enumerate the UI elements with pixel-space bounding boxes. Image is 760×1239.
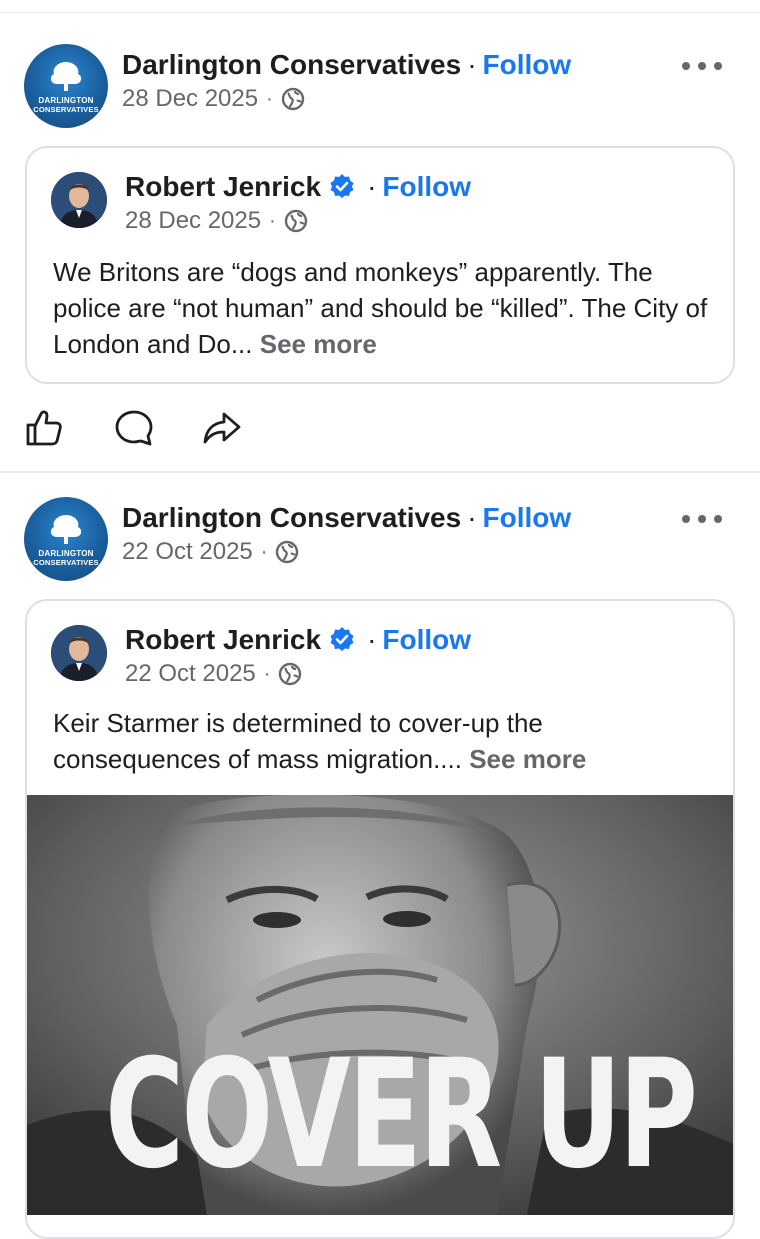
shared-post-text: Keir Starmer is determined to cover-up t… (53, 705, 711, 777)
see-more-link[interactable]: See more (260, 329, 377, 359)
oak-tree-logo-icon (50, 515, 82, 544)
page-name[interactable]: Darlington Conservatives (122, 49, 461, 80)
shared-post-date[interactable]: 28 Dec 2025 (125, 206, 261, 236)
shared-post-date[interactable]: 22 Oct 2025 (125, 659, 256, 689)
page-avatar[interactable]: DARLINGTON CONSERVATIVES (24, 44, 108, 128)
post-header: DARLINGTON CONSERVATIVES Darlington Cons… (24, 44, 736, 128)
more-options-icon[interactable] (682, 507, 722, 531)
page-name-line: Darlington Conservatives · Follow (122, 48, 571, 82)
top-divider (0, 12, 760, 13)
separator-dot: · (263, 663, 271, 685)
feed-post: DARLINGTON CONSERVATIVES Darlington Cons… (0, 44, 760, 464)
shared-header-text: Robert Jenrick · Follow 22 Oct 2025 · (125, 623, 471, 689)
image-overlay-text: COVER UP (105, 1028, 698, 1202)
thumbs-up-icon[interactable] (24, 408, 64, 448)
shared-post-text: We Britons are “dogs and monkeys” appare… (53, 254, 711, 362)
shared-header-text: Robert Jenrick · Follow 28 Dec 2025 · (125, 170, 471, 236)
author-name[interactable]: Robert Jenrick (125, 171, 321, 202)
author-avatar[interactable] (51, 625, 107, 681)
author-portrait-icon (51, 625, 107, 681)
more-options-icon[interactable] (682, 54, 722, 78)
post-meta: 28 Dec 2025 · (122, 84, 571, 114)
author-name[interactable]: Robert Jenrick (125, 624, 321, 655)
post-header: DARLINGTON CONSERVATIVES Darlington Cons… (24, 497, 736, 581)
globe-icon (281, 87, 304, 111)
globe-icon (284, 209, 307, 233)
post-image[interactable]: COVER UP (27, 795, 733, 1215)
post-meta: 22 Oct 2025 · (122, 537, 571, 567)
post-divider (0, 471, 760, 473)
follow-button[interactable]: Follow (382, 624, 471, 655)
separator-dot: · (269, 210, 276, 232)
shared-post-card[interactable]: Robert Jenrick · Follow 22 Oct 2025 · Kei… (25, 599, 735, 1239)
oak-tree-logo-icon (50, 62, 82, 91)
separator-dot: · (367, 171, 377, 202)
shared-meta: 28 Dec 2025 · (125, 206, 471, 236)
author-name-line: Robert Jenrick · Follow (125, 170, 471, 204)
author-name-line: Robert Jenrick · Follow (125, 623, 471, 657)
verified-badge-icon (330, 174, 354, 198)
page-avatar[interactable]: DARLINGTON CONSERVATIVES (24, 497, 108, 581)
page-name[interactable]: Darlington Conservatives (122, 502, 461, 533)
separator-dot: · (260, 541, 268, 563)
avatar-wordmark-line2: CONSERVATIVES (33, 558, 99, 567)
separator-dot: · (266, 88, 273, 110)
follow-button[interactable]: Follow (483, 49, 572, 80)
shared-meta: 22 Oct 2025 · (125, 659, 471, 689)
page-name-line: Darlington Conservatives · Follow (122, 501, 571, 535)
post-actions (24, 408, 264, 452)
separator-dot: · (467, 502, 477, 533)
follow-button[interactable]: Follow (382, 171, 471, 202)
post-date[interactable]: 22 Oct 2025 (122, 537, 253, 567)
see-more-link[interactable]: See more (469, 744, 586, 774)
avatar-wordmark-line1: DARLINGTON (38, 96, 94, 105)
post-header-text: Darlington Conservatives · Follow 22 Oct 2… (122, 501, 571, 567)
avatar-wordmark-line1: DARLINGTON (38, 549, 94, 558)
separator-dot: · (367, 624, 377, 655)
post-header-text: Darlington Conservatives · Follow 28 Dec 2… (122, 48, 571, 114)
globe-icon (279, 662, 302, 686)
post-date[interactable]: 28 Dec 2025 (122, 84, 258, 114)
follow-button[interactable]: Follow (483, 502, 572, 533)
shared-post-card[interactable]: Robert Jenrick · Follow 28 Dec 2025 · We … (25, 146, 735, 384)
separator-dot: · (467, 49, 477, 80)
avatar-wordmark-line2: CONSERVATIVES (33, 105, 99, 114)
feed-post: DARLINGTON CONSERVATIVES Darlington Cons… (0, 497, 760, 1239)
comment-icon[interactable] (114, 408, 154, 448)
share-icon[interactable] (202, 408, 242, 448)
verified-badge-icon (330, 627, 354, 651)
post-text: We Britons are “dogs and monkeys” appare… (53, 257, 708, 359)
author-portrait-icon (51, 172, 107, 228)
author-avatar[interactable] (51, 172, 107, 228)
globe-icon (276, 540, 299, 564)
